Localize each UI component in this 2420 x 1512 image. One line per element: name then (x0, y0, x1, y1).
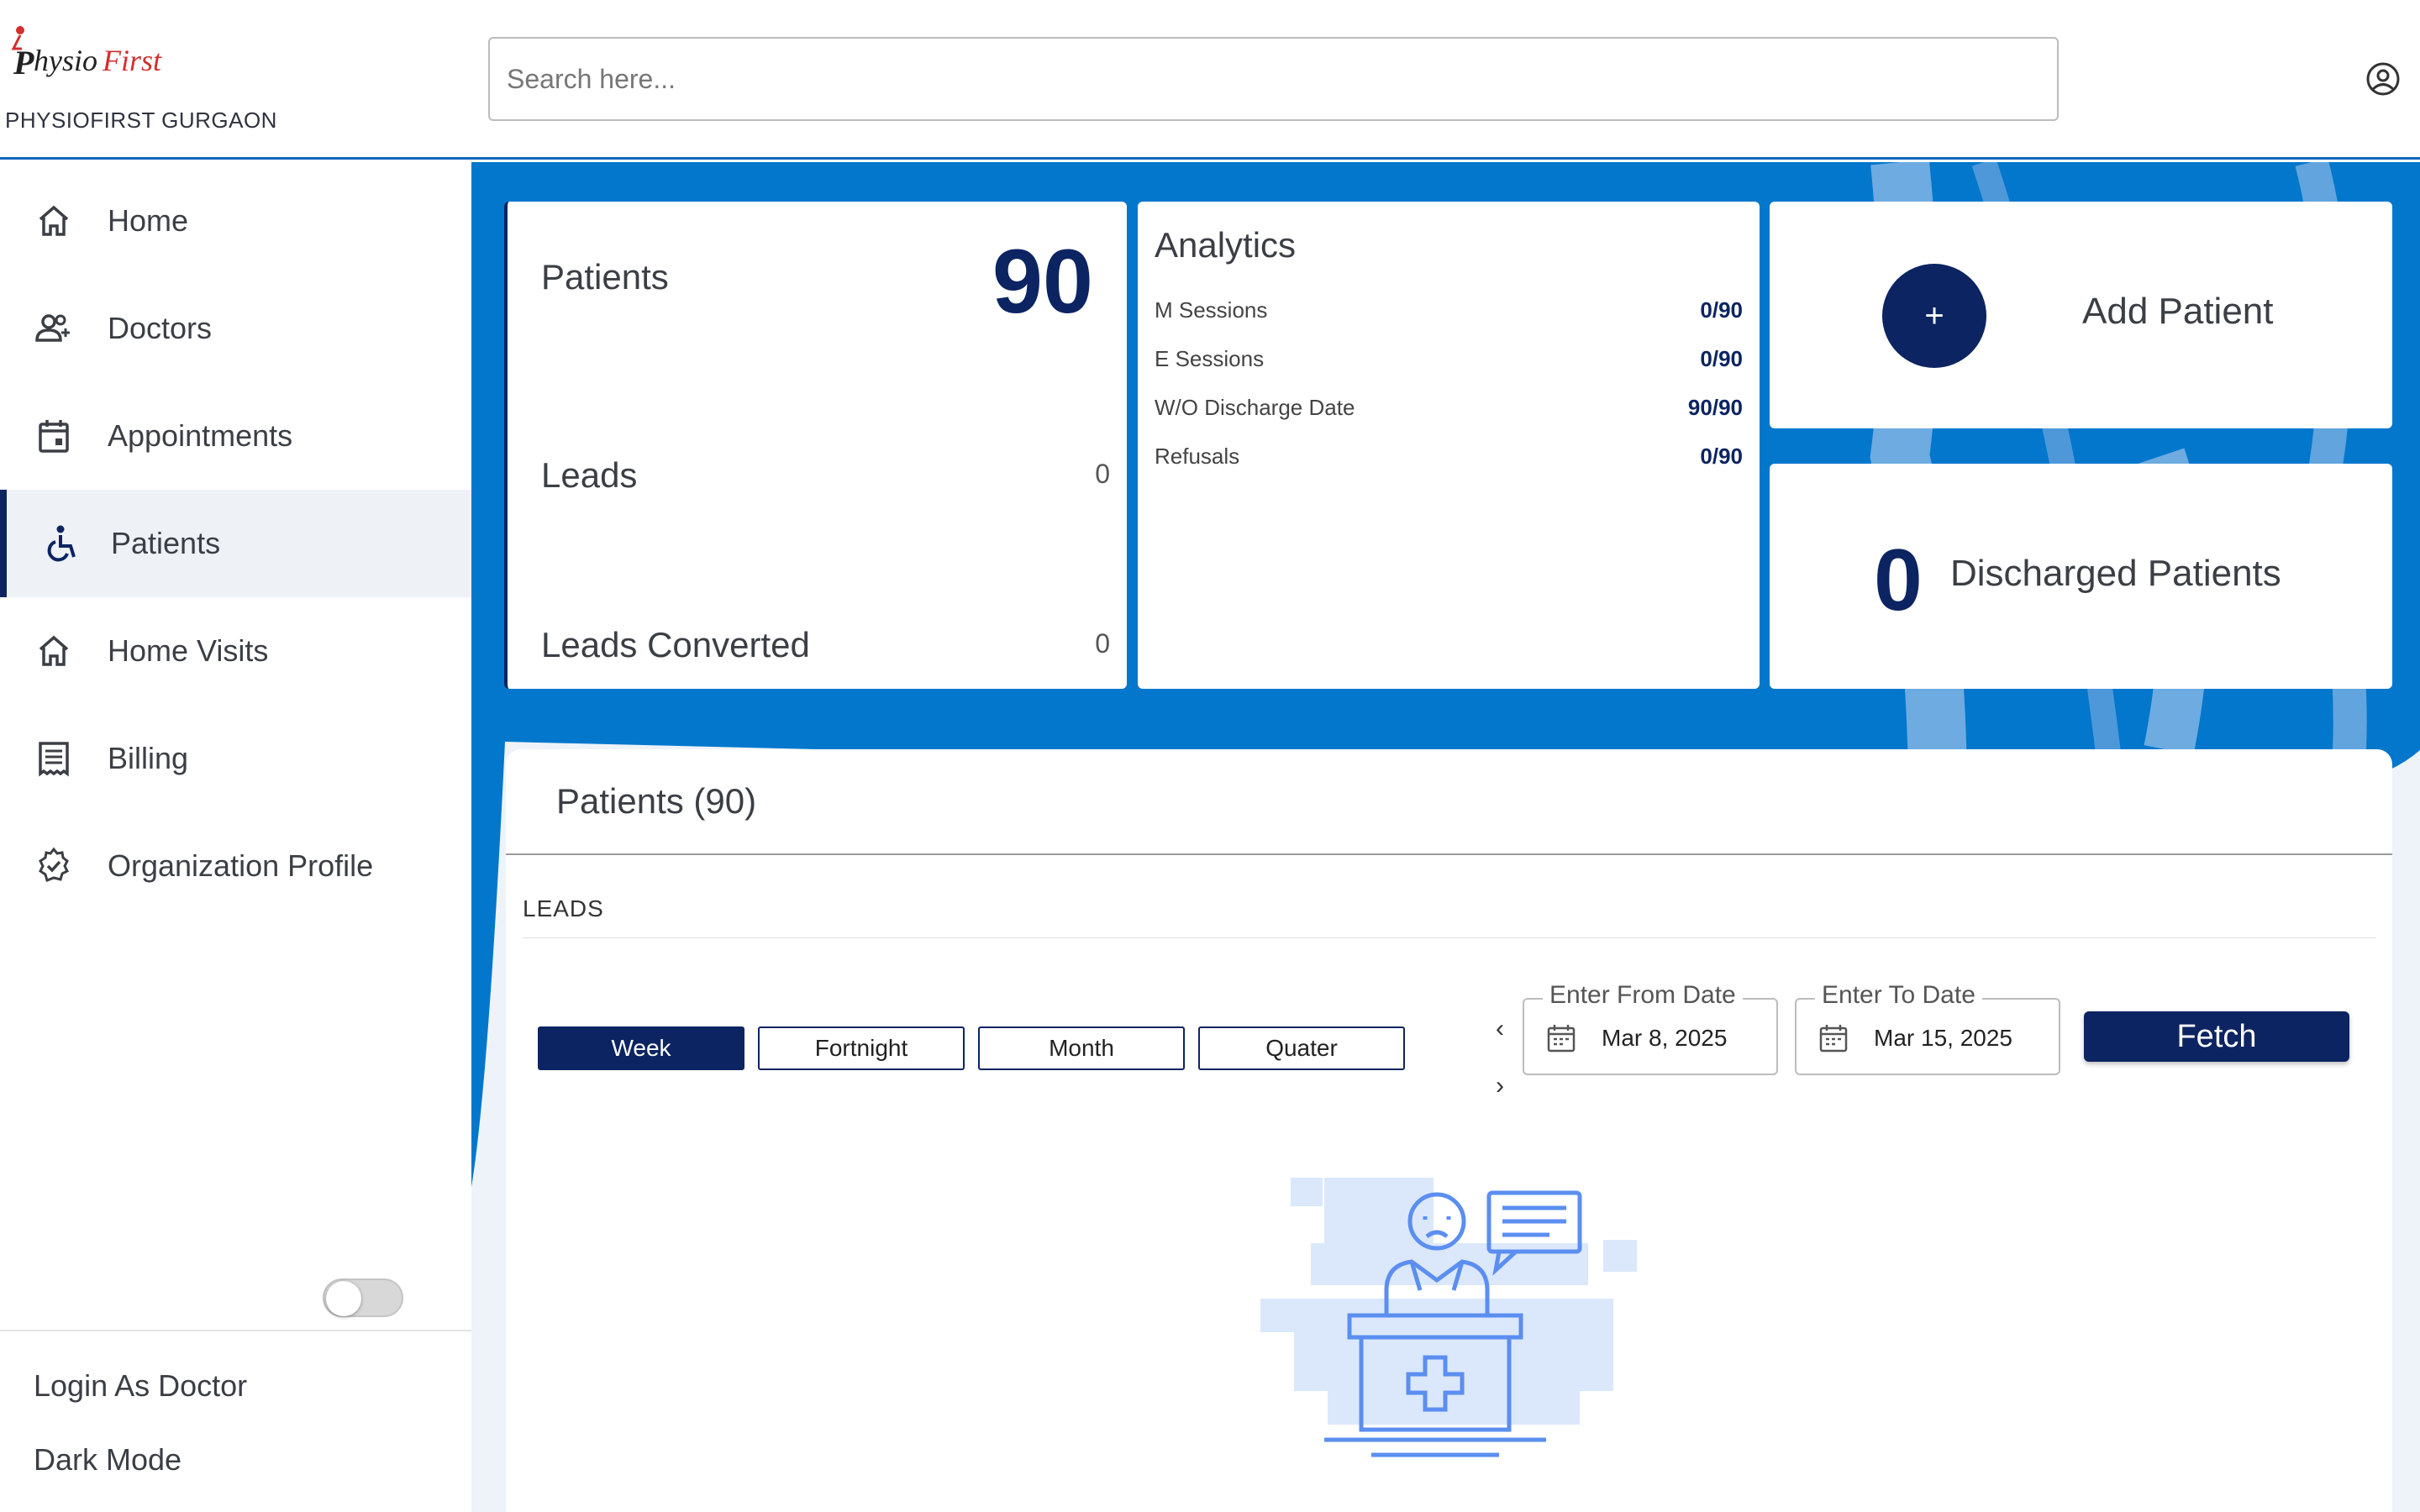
login-as-doctor-link[interactable]: Login As Doctor (34, 1368, 247, 1404)
period-fortnight-button[interactable]: Fortnight (758, 1026, 965, 1070)
empty-state-illustration (1260, 1178, 1637, 1457)
analytics-row-value: 90/90 (1687, 395, 1743, 420)
analytics-row: M Sessions 0/90 (1155, 297, 1743, 331)
sidebar-item-label: Patients (111, 526, 221, 560)
sidebar-item-label: Doctors (108, 311, 213, 345)
verified-badge-icon (39, 847, 70, 882)
top-header: P hysio First PHYSIOFIRST GURGAON (0, 0, 2420, 160)
svg-text:First: First (102, 44, 162, 77)
doctors-icon (35, 314, 70, 342)
period-week-button[interactable]: Week (538, 1026, 744, 1070)
svg-text:hysio: hysio (34, 44, 97, 77)
sidebar-item-label: Home Visits (108, 633, 269, 668)
leads-converted-count: 0 (1095, 628, 1110, 659)
chevron-right-icon[interactable]: › (1496, 1072, 1504, 1100)
leads-section-label: LEADS (523, 895, 604, 921)
discharged-count: 0 (1874, 532, 1923, 629)
from-date-field[interactable]: Enter From Date Mar 8, 2025 (1523, 981, 1778, 1075)
fetch-button[interactable]: Fetch (2084, 1011, 2349, 1062)
receipt-icon (39, 742, 69, 777)
sidebar-item-appointments[interactable]: Appointments (0, 382, 471, 490)
analytics-title: Analytics (1155, 225, 1297, 265)
organization-name: PHYSIOFIRST GURGAON (5, 108, 277, 133)
toggle-knob (326, 1281, 361, 1316)
leads-divider (523, 937, 2375, 938)
sidebar: Home Doctors Appointments Patients Home … (0, 162, 471, 1512)
leads-count: 0 (1095, 459, 1110, 489)
patients-stats-card: Patients 90 Leads 0 Leads Converted 0 (504, 202, 1127, 689)
sidebar-item-label: Appointments (108, 418, 293, 453)
analytics-row-label: E Sessions (1155, 346, 1265, 371)
physiofirst-logo[interactable]: P hysio First (8, 24, 176, 91)
analytics-row-label: M Sessions (1155, 297, 1268, 323)
sidebar-item-doctors[interactable]: Doctors (0, 275, 471, 382)
panel-title: Patients (90) (556, 781, 757, 821)
sidebar-item-label: Home (108, 203, 189, 238)
home-icon (39, 635, 69, 666)
analytics-row-value: 0/90 (1700, 297, 1743, 323)
analytics-row: E Sessions 0/90 (1155, 346, 1743, 380)
chevron-left-icon[interactable]: ‹ (1496, 1015, 1504, 1043)
calendar-icon (1547, 1025, 1576, 1053)
calendar-icon (39, 420, 69, 453)
from-date-value: Mar 8, 2025 (1602, 1025, 1728, 1051)
sidebar-item-home[interactable]: Home (0, 167, 471, 275)
sidebar-item-billing[interactable]: Billing (0, 705, 471, 812)
search-input[interactable] (488, 37, 2059, 121)
add-patient-card[interactable]: + Add Patient (1770, 202, 2392, 428)
analytics-row-label: Refusals (1155, 444, 1240, 469)
accessible-icon (47, 525, 76, 562)
sidebar-item-home-visits[interactable]: Home Visits (0, 597, 471, 705)
analytics-row: Refusals 0/90 (1155, 444, 1743, 477)
analytics-row-value: 0/90 (1700, 346, 1743, 371)
period-month-button[interactable]: Month (978, 1026, 1185, 1070)
leads-converted-label: Leads Converted (541, 625, 810, 664)
account-circle-icon[interactable] (2365, 61, 2401, 97)
patients-count: 90 (992, 230, 1093, 332)
add-patient-button[interactable]: + (1882, 264, 1986, 368)
analytics-row-value: 0/90 (1700, 444, 1743, 469)
panel-divider (506, 853, 2392, 855)
discharged-patients-card[interactable]: 0 Discharged Patients (1770, 464, 2392, 689)
add-patient-label[interactable]: Add Patient (2082, 291, 2274, 333)
sidebar-divider (0, 1330, 471, 1331)
analytics-card: Analytics M Sessions 0/90 E Sessions 0/9… (1138, 202, 1760, 689)
dark-mode-label: Dark Mode (34, 1442, 182, 1477)
patients-label: Patients (541, 257, 669, 297)
analytics-row-label: W/O Discharge Date (1155, 395, 1355, 420)
to-date-field[interactable]: Enter To Date Mar 15, 2025 (1795, 981, 2060, 1075)
discharged-label: Discharged Patients (1950, 553, 2281, 594)
calendar-icon (1819, 1025, 1848, 1053)
leads-label: Leads (541, 455, 638, 495)
dark-mode-toggle[interactable] (323, 1278, 403, 1317)
analytics-row: W/O Discharge Date 90/90 (1155, 395, 1743, 428)
to-date-label: Enter To Date (1815, 981, 1982, 1010)
sidebar-item-patients[interactable]: Patients (0, 490, 471, 597)
period-quater-button[interactable]: Quater (1198, 1026, 1405, 1070)
sidebar-item-label: Organization Profile (108, 848, 374, 883)
home-icon (39, 205, 69, 236)
sidebar-item-organization-profile[interactable]: Organization Profile (0, 812, 471, 920)
from-date-label: Enter From Date (1543, 981, 1743, 1010)
to-date-value: Mar 15, 2025 (1874, 1025, 2012, 1051)
sidebar-item-label: Billing (108, 741, 189, 775)
svg-text:P: P (13, 44, 34, 81)
